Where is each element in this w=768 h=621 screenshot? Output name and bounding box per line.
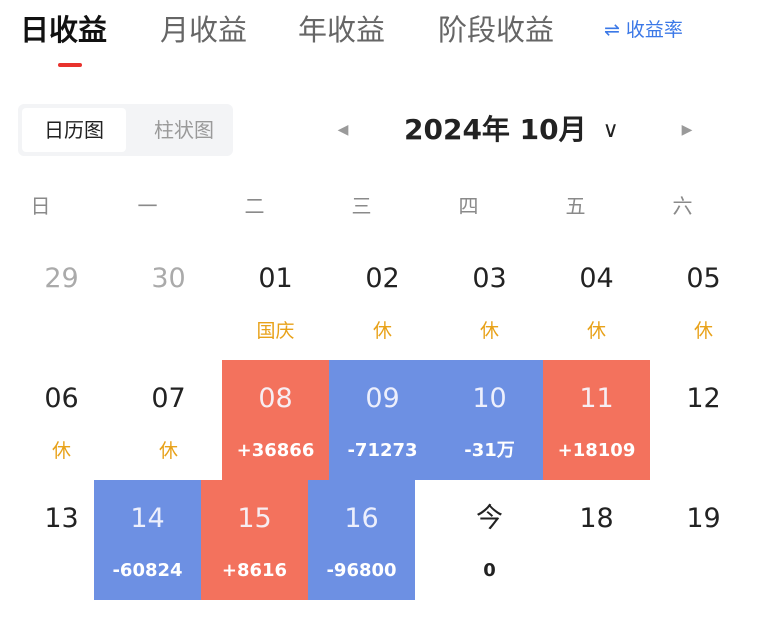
daily-pnl: +18109 [557,440,636,461]
calendar-day-cell[interactable]: 06 休 [8,360,115,480]
calendar-day-cell-gain[interactable]: 08 +36866 [222,360,329,480]
earnings-rate-toggle[interactable]: ⇌ 收益率 [604,16,683,44]
day-number: 19 [686,503,721,534]
swap-icon: ⇌ [604,19,620,41]
day-number: 07 [151,383,186,414]
weekday-tue: 二 [244,194,265,218]
calendar-day-cell[interactable]: 12 [650,360,757,480]
earnings-rate-label: 收益率 [625,19,683,41]
weekday-mon: 一 [137,194,158,218]
calendar-day-cell-loss[interactable]: 10 -31万 [436,360,543,480]
daily-pnl: -60824 [112,560,183,581]
day-number: 10 [472,383,507,414]
daily-pnl: -96800 [326,560,397,581]
holiday-label: 休 [158,440,178,462]
day-number: 08 [258,383,293,414]
day-number: 04 [579,263,614,294]
calendar-day-cell-gain[interactable]: 11 +18109 [543,360,650,480]
weekday-thu: 四 [458,194,479,218]
day-number: 18 [579,503,614,534]
day-number: 06 [44,383,79,414]
month-title: 2024年 10月 [404,113,587,146]
chevron-down-icon: ∨ [602,118,619,143]
holiday-label: 国庆 [256,320,295,342]
day-number: 11 [579,383,614,414]
today-label: 今 [476,503,503,534]
calendar-day-cell[interactable]: 19 [650,480,757,600]
calendar-day-cell-loss[interactable]: 09 -71273 [329,360,436,480]
tab-monthly-earnings[interactable]: 月收益 [160,10,247,50]
day-number: 12 [686,383,721,414]
month-selector[interactable]: 2024年 10月 ∨ [404,108,619,155]
holiday-label: 休 [479,320,499,342]
view-toggle: 日历图 柱状图 [18,104,233,156]
weekday-sun: 日 [30,194,51,218]
day-number: 01 [258,263,293,294]
calendar-day-cell[interactable]: 30 [115,240,222,360]
daily-pnl: +36866 [236,440,315,461]
day-number: 29 [44,263,79,294]
day-number: 02 [365,263,400,294]
weekday-wed: 三 [351,194,372,218]
calendar-day-cell-gain[interactable]: 15 +8616 [201,480,308,600]
next-month-icon[interactable]: ▶ [677,120,697,140]
day-number: 09 [365,383,400,414]
calendar-day-cell[interactable]: 02 休 [329,240,436,360]
calendar-day-cell-loss[interactable]: 14 -60824 [94,480,201,600]
day-number: 30 [151,263,186,294]
calendar-day-cell[interactable]: 07 休 [115,360,222,480]
holiday-label: 休 [372,320,392,342]
calendar-day-cell[interactable]: 29 [8,240,115,360]
day-number: 14 [130,503,165,534]
holiday-label: 休 [586,320,606,342]
day-number: 05 [686,263,721,294]
tab-yearly-earnings[interactable]: 年收益 [298,10,385,50]
bar-chart-view-button[interactable]: 柱状图 [138,108,230,152]
calendar-day-cell[interactable]: 03 休 [436,240,543,360]
day-number: 03 [472,263,507,294]
prev-month-icon[interactable]: ◀ [333,120,353,140]
daily-pnl: 0 [483,560,496,581]
holiday-label: 休 [693,320,713,342]
daily-pnl: +8616 [221,560,288,581]
calendar-view-button[interactable]: 日历图 [22,108,126,152]
calendar-day-cell[interactable]: 04 休 [543,240,650,360]
calendar-day-cell-loss[interactable]: 16 -96800 [308,480,415,600]
earnings-tabs: 日收益 月收益 年收益 阶段收益 ⇌ 收益率 [0,0,768,80]
calendar-day-cell[interactable]: 05 休 [650,240,757,360]
weekday-fri: 五 [565,194,586,218]
calendar-day-cell-today[interactable]: 今 0 [436,480,543,600]
day-number: 15 [237,503,272,534]
daily-pnl: -31万 [464,440,515,461]
tab-daily-earnings[interactable]: 日收益 [20,10,107,50]
active-tab-indicator [58,63,82,67]
holiday-label: 休 [51,440,71,462]
calendar-day-cell[interactable]: 01 国庆 [222,240,329,360]
calendar-day-cell[interactable]: 18 [543,480,650,600]
tab-period-earnings[interactable]: 阶段收益 [438,10,554,50]
daily-pnl: -71273 [347,440,418,461]
weekday-sat: 六 [672,194,693,218]
day-number: 16 [344,503,379,534]
